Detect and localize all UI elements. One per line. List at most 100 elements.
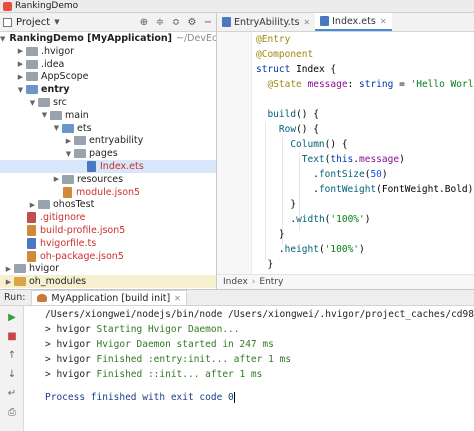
breadcrumb-item[interactable]: Entry	[259, 277, 283, 287]
code-line: }	[267, 259, 274, 270]
console-line: > hvigor Hvigor Daemon started in 247 ms	[45, 339, 274, 350]
project-view-selector[interactable]: Project	[16, 17, 50, 28]
hvigor-icon	[37, 294, 48, 302]
tree-row[interactable]: ▼ src	[0, 96, 216, 109]
rerun-icon[interactable]: ▶	[4, 309, 20, 325]
chevron-down-icon[interactable]: ▼	[40, 111, 49, 119]
chevron-down-icon[interactable]: ▼	[64, 150, 73, 158]
tab-label: EntryAbility.ts	[234, 16, 300, 28]
stop-icon[interactable]: ■	[4, 328, 20, 344]
chevron-right-icon[interactable]: ▶	[64, 137, 73, 145]
tree-item-label: oh_modules	[29, 276, 87, 288]
title-bar: RankingDemo	[0, 0, 474, 13]
code-line: }	[290, 199, 297, 210]
console-line: Process finished with exit code 0	[45, 392, 235, 403]
project-view-icon	[3, 17, 12, 27]
breadcrumb-separator: ›	[251, 277, 256, 287]
code-line: .height('100%')	[278, 244, 365, 255]
collapse-all-icon[interactable]: ≑	[152, 14, 168, 30]
tree-row[interactable]: ▼ ets	[0, 122, 216, 135]
code-area[interactable]: @Entry @Component struct Index { @State …	[253, 32, 474, 274]
down-arrow-icon[interactable]: ↓	[4, 366, 20, 382]
tree-row[interactable]: ▶ entryability	[0, 134, 216, 147]
code-line: }	[278, 229, 285, 240]
json-file-icon	[27, 225, 36, 236]
tree-row[interactable]: ▶ hvigor	[0, 262, 216, 275]
code-line: @Entry	[256, 34, 291, 45]
chevron-down-icon[interactable]: ▼	[54, 18, 59, 26]
project-tree: ▼ RankingDemo [MyApplication]~/DevEcoStud…	[0, 32, 216, 288]
tree-row[interactable]: ▶ ohosTest	[0, 198, 216, 211]
close-icon[interactable]: ✕	[380, 17, 387, 26]
tree-item-label: entryability	[89, 135, 144, 147]
gear-icon[interactable]: ⚙	[184, 14, 200, 30]
tree-row[interactable]: .gitignore	[0, 211, 216, 224]
run-tab[interactable]: MyApplication [build init] ✕	[31, 290, 187, 305]
close-icon[interactable]: ✕	[303, 18, 310, 27]
git-file-icon	[27, 212, 36, 224]
print-icon[interactable]: ⎙	[4, 404, 20, 420]
hide-panel-icon[interactable]: −	[200, 14, 216, 30]
tree-row[interactable]: ▼ pages	[0, 147, 216, 160]
soft-wrap-icon[interactable]: ↵	[4, 385, 20, 401]
console-line: > hvigor Finished ::init... after 1 ms	[45, 369, 263, 380]
add-icon[interactable]: ⊕	[136, 14, 152, 30]
tree-item-label: hvigorfile.ts	[40, 237, 97, 249]
tree-row[interactable]: Index.ets	[0, 160, 216, 173]
tree-item-label: pages	[89, 148, 118, 160]
chevron-down-icon[interactable]: ▼	[28, 99, 37, 107]
tree-item-label: Index.ets	[100, 161, 144, 172]
chevron-right-icon[interactable]: ▶	[4, 265, 13, 273]
tree-row[interactable]: ▶ resources	[0, 173, 216, 186]
code-line: build() {	[267, 109, 319, 120]
tree-row[interactable]: ▶ oh_modules	[0, 275, 216, 288]
chevron-right-icon[interactable]: ▶	[16, 47, 25, 55]
tree-row[interactable]: oh-package.json5	[0, 250, 216, 263]
expand-all-icon[interactable]: ≎	[168, 14, 184, 30]
tree-row[interactable]: ▼ entry	[0, 83, 216, 96]
tree-row[interactable]: ▶ .hvigor	[0, 45, 216, 58]
module-folder-icon	[26, 85, 38, 95]
json-file-icon	[63, 186, 72, 198]
code-line: Row() {	[278, 124, 319, 135]
typescript-file-icon	[222, 17, 231, 27]
chevron-right-icon[interactable]: ▶	[52, 175, 61, 183]
folder-icon	[14, 264, 26, 274]
editor-gutter	[217, 32, 252, 274]
run-panel-header: Run: MyApplication [build init] ✕	[0, 290, 474, 306]
code-editor[interactable]: @Entry @Component struct Index { @State …	[217, 32, 474, 274]
tree-row[interactable]: ▼ RankingDemo [MyApplication]~/DevEcoStud…	[0, 32, 216, 45]
code-line: @State message: string = 'Hello World'	[267, 79, 474, 90]
folder-icon	[26, 46, 38, 56]
tree-item-label: main	[65, 109, 89, 121]
chevron-right-icon[interactable]: ▶	[16, 73, 25, 81]
tree-row[interactable]: hvigorfile.ts	[0, 237, 216, 250]
close-icon[interactable]: ✕	[174, 294, 181, 303]
tree-row[interactable]: build-profile.json5	[0, 224, 216, 237]
chevron-down-icon[interactable]: ▼	[0, 35, 5, 43]
breadcrumb-item[interactable]: Index	[223, 277, 248, 287]
editor-tab-bar: EntryAbility.ts ✕ Index.ets ✕	[217, 13, 474, 32]
tree-row[interactable]: ▼ main	[0, 109, 216, 122]
up-arrow-icon[interactable]: ↑	[4, 347, 20, 363]
tree-item-label: hvigor	[29, 263, 60, 275]
tab-entryability[interactable]: EntryAbility.ts ✕	[217, 13, 315, 31]
chevron-down-icon[interactable]: ▼	[52, 124, 61, 132]
module-folder-icon	[62, 123, 74, 133]
tree-row[interactable]: ▶ .idea	[0, 58, 216, 71]
tree-row[interactable]: module.json5	[0, 186, 216, 199]
tree-row[interactable]: ▶ AppScope	[0, 70, 216, 83]
tree-item-path: ~/DevEcoStudioPr	[176, 33, 216, 44]
chevron-right-icon[interactable]: ▶	[4, 278, 13, 286]
folder-icon	[26, 59, 38, 69]
tab-index[interactable]: Index.ets ✕	[315, 13, 392, 31]
console-output[interactable]: /Users/xiongwei/nodejs/bin/node /Users/x…	[25, 306, 474, 431]
code-line: Text(this.message)	[301, 154, 405, 165]
folder-icon	[38, 200, 50, 210]
text-cursor	[233, 392, 235, 403]
chevron-down-icon[interactable]: ▼	[16, 86, 25, 94]
chevron-right-icon[interactable]: ▶	[16, 60, 25, 68]
chevron-right-icon[interactable]: ▶	[28, 201, 37, 209]
folder-icon	[62, 174, 74, 184]
